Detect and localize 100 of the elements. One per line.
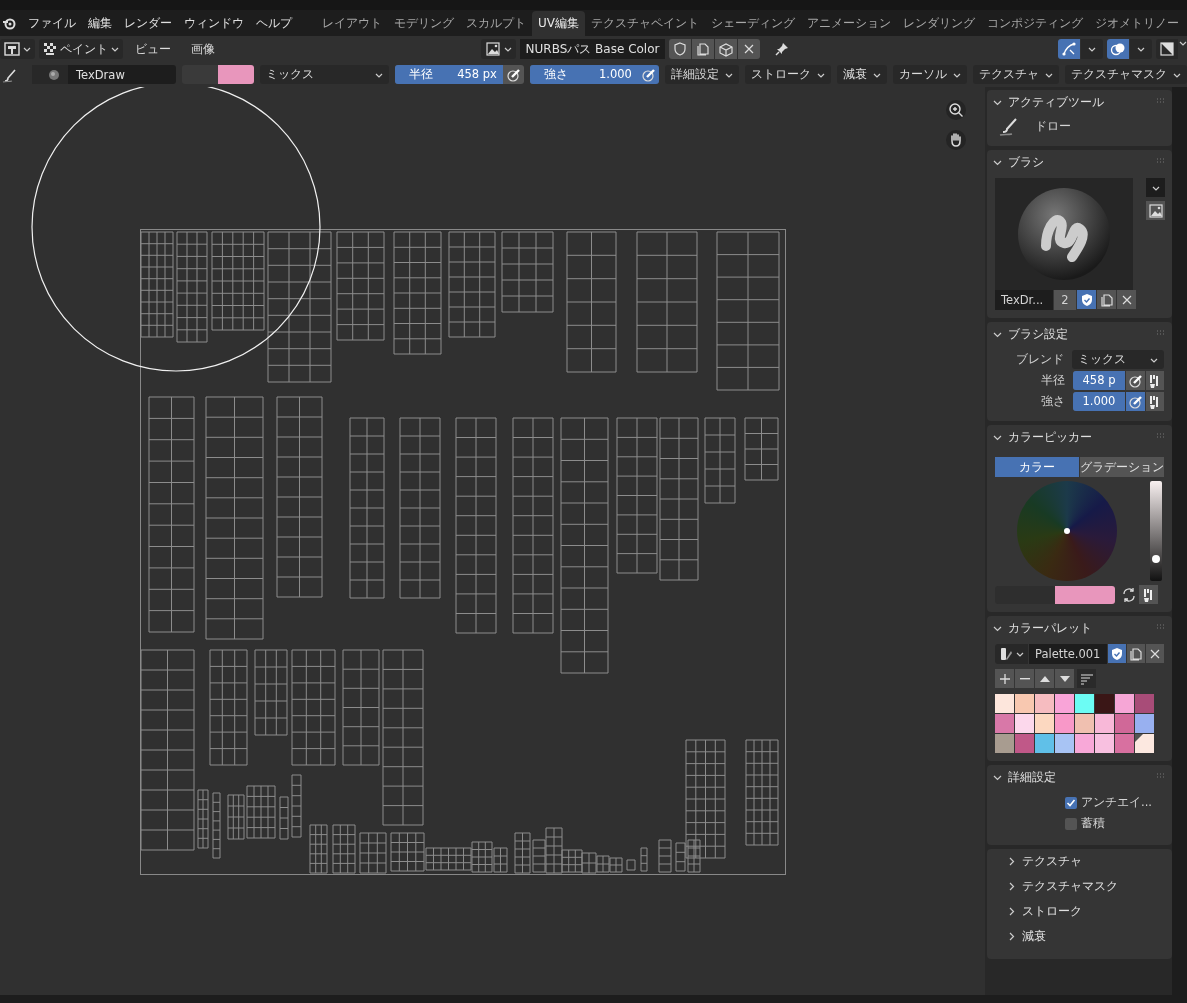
drag-grip-icon[interactable] — [1156, 773, 1166, 781]
drag-grip-icon[interactable] — [1156, 158, 1166, 166]
duplicate-button[interactable] — [1127, 644, 1145, 663]
color-swatch[interactable] — [1075, 694, 1094, 713]
panel-title[interactable]: 詳細設定 — [1008, 769, 1056, 785]
workspace-tab[interactable]: レンダリング — [897, 10, 981, 36]
color-swatch[interactable] — [1115, 714, 1134, 733]
popover-dropdown[interactable]: カーソル — [893, 65, 967, 84]
picker-tab[interactable]: カラー — [995, 457, 1079, 477]
color-swatch[interactable] — [995, 714, 1014, 733]
color-swatch[interactable] — [1135, 714, 1154, 733]
color-swatch[interactable] — [1095, 734, 1114, 753]
fake-user-button[interactable] — [1077, 290, 1096, 309]
color-swatch[interactable] — [1135, 694, 1154, 713]
panel-title[interactable]: カラーパレット — [1008, 620, 1092, 636]
color-wheel-cursor[interactable] — [1064, 528, 1070, 534]
workspace-tab[interactable]: モデリング — [388, 10, 460, 36]
color-swatch[interactable] — [995, 694, 1014, 713]
pressure-button[interactable] — [502, 65, 525, 84]
radius-slider[interactable]: 半径 458 px — [395, 65, 503, 84]
color-field[interactable] — [182, 65, 254, 84]
menu-item[interactable]: ファイル — [22, 14, 82, 32]
color-swatch[interactable] — [1075, 734, 1094, 753]
color-swatch[interactable] — [1095, 714, 1114, 733]
workspace-tab[interactable]: UV編集 — [532, 10, 585, 36]
pack-button[interactable] — [715, 39, 738, 59]
chevron-right-icon[interactable] — [1007, 882, 1016, 891]
fake-user-button[interactable] — [669, 39, 692, 59]
workspace-tab[interactable]: テクスチャペイント — [585, 10, 705, 36]
palette-browse-button[interactable] — [995, 644, 1028, 664]
subpanel-title[interactable]: 減衰 — [1022, 929, 1046, 944]
menu-item[interactable]: 編集 — [82, 14, 118, 32]
chevron-right-icon[interactable] — [1007, 907, 1016, 916]
popover-dropdown[interactable]: ストローク — [745, 65, 831, 84]
strength-slider[interactable]: 1.000 — [1072, 392, 1126, 411]
color-swatch[interactable] — [1055, 734, 1074, 753]
workspace-tab[interactable]: シェーディング — [705, 10, 801, 36]
menu-item[interactable]: ビュー — [127, 41, 179, 57]
add-button[interactable] — [995, 669, 1014, 688]
panel-title[interactable]: ブラシ — [1008, 154, 1044, 170]
strength-slider[interactable]: 強さ 1.000 — [530, 65, 638, 84]
color-swatch[interactable] — [1035, 734, 1054, 753]
unlink-button[interactable] — [1117, 290, 1136, 309]
color-swatch[interactable] — [1015, 714, 1034, 733]
remove-button[interactable] — [1015, 669, 1034, 688]
brush-name-field[interactable]: TexDr... — [995, 290, 1053, 310]
workspace-tab[interactable]: レイアウト — [316, 10, 388, 36]
chevron-right-icon[interactable] — [1007, 932, 1016, 941]
color-swatch[interactable] — [1115, 734, 1134, 753]
brush-field[interactable]: TexDraw — [32, 65, 177, 84]
brush-menu-button[interactable] — [1146, 178, 1165, 197]
menu-item[interactable]: ヘルプ — [250, 14, 298, 32]
gizmo-dropdown[interactable] — [1081, 39, 1103, 59]
drag-grip-icon[interactable] — [1156, 433, 1166, 441]
checkbox[interactable] — [1065, 796, 1077, 809]
color-swatch[interactable] — [1015, 694, 1034, 713]
image-button[interactable] — [1146, 201, 1165, 220]
duplicate-button[interactable] — [1097, 290, 1116, 309]
drag-grip-icon[interactable] — [1156, 98, 1166, 106]
subpanel-title[interactable]: ストローク — [1022, 904, 1082, 919]
color-swatch[interactable] — [1075, 714, 1094, 733]
move-up-button[interactable] — [1035, 669, 1054, 688]
color-swatch[interactable] — [1015, 734, 1034, 753]
hand-icon[interactable] — [945, 129, 967, 151]
popover-dropdown[interactable]: 減衰 — [837, 65, 887, 84]
drag-grip-icon[interactable] — [1156, 330, 1166, 338]
display-channels-button[interactable] — [1156, 39, 1178, 59]
new-image-button[interactable] — [692, 39, 715, 59]
color-field[interactable] — [995, 585, 1115, 604]
checkbox-label[interactable]: 蓄積 — [1081, 816, 1105, 831]
image-name-field[interactable]: NURBSパス Base Color — [519, 39, 666, 59]
unlink-button[interactable] — [1146, 644, 1164, 663]
menu-item[interactable]: ウィンドウ — [178, 14, 250, 32]
swap-icon[interactable] — [1121, 586, 1137, 603]
subpanel-title[interactable]: テクスチャマスク — [1022, 879, 1118, 894]
panel-title[interactable]: アクティブツール — [1008, 94, 1104, 110]
subpanel-title[interactable]: テクスチャ — [1022, 854, 1082, 869]
value-slider[interactable] — [1150, 481, 1162, 581]
fake-user-button[interactable] — [1108, 644, 1126, 663]
chevron-right-icon[interactable] — [1007, 857, 1016, 866]
color-swatch[interactable] — [1055, 714, 1074, 733]
workspace-tab[interactable]: コンポジティング — [981, 10, 1089, 36]
picker-tab[interactable]: グラデーション — [1080, 457, 1164, 477]
move-down-button[interactable] — [1055, 669, 1074, 688]
popover-dropdown[interactable]: テクスチャ — [973, 65, 1059, 84]
popover-dropdown[interactable]: 詳細設定 — [665, 65, 739, 84]
panel-title[interactable]: カラーピッカー — [1008, 429, 1092, 445]
blender-logo-icon[interactable] — [2, 16, 16, 30]
workspace-tab[interactable]: アニメーション — [801, 10, 897, 36]
unlink-button[interactable] — [738, 39, 761, 59]
slider-thumb[interactable] — [1152, 555, 1160, 564]
blend-dropdown[interactable]: ミックス — [259, 65, 390, 84]
zoom-icon[interactable] — [945, 99, 967, 121]
color-swatch[interactable] — [1055, 694, 1074, 713]
color-swatch[interactable] — [1035, 694, 1054, 713]
color-swatch[interactable] — [1095, 694, 1114, 713]
color-swatch[interactable] — [1115, 694, 1134, 713]
editor-type-button[interactable] — [0, 39, 35, 59]
menu-item[interactable]: 画像 — [183, 41, 223, 57]
checkbox-label[interactable]: アンチエイ... — [1081, 795, 1152, 810]
